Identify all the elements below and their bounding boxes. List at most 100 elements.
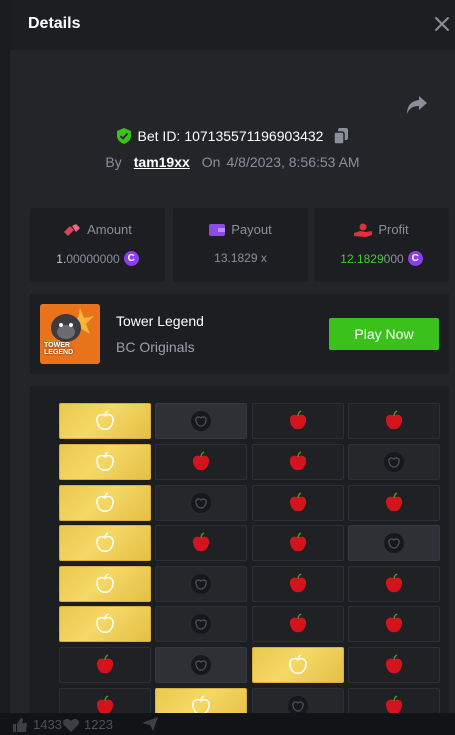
apple-icon: [289, 613, 307, 633]
tile-apple: [252, 606, 344, 642]
tile-picked: [59, 566, 151, 602]
profit-label-row: Profit: [314, 222, 449, 237]
tile-apple: [59, 688, 151, 713]
game-card: TOWER LEGEND Tower Legend BC Originals P…: [30, 294, 449, 374]
tile-picked: [252, 647, 344, 683]
apple-icon: [96, 492, 114, 512]
apple-icon: [385, 613, 403, 633]
amount-value: 1.00000000: [56, 251, 120, 266]
apple-icon: [192, 451, 210, 471]
bomb-apple-icon: [191, 493, 211, 513]
tile-apple: [348, 688, 440, 713]
apple-icon: [96, 613, 114, 633]
tile-apple: [59, 647, 151, 683]
apple-icon: [289, 451, 307, 471]
tile-bomb: [252, 688, 344, 713]
profit-value: 12.1829000: [340, 251, 404, 266]
tile-apple: [252, 525, 344, 561]
apple-icon: [96, 573, 114, 593]
tile-apple: [348, 403, 440, 439]
details-modal: Details Bet ID: 107135571196903432 By ta…: [10, 0, 455, 713]
backdrop-likes: 1433: [12, 717, 62, 732]
play-now-button[interactable]: Play Now: [329, 318, 439, 350]
likes-count: 1433: [33, 717, 62, 732]
tile-apple: [348, 485, 440, 521]
bet-author-row: By tam19xx On 4/8/2023, 8:56:53 AM: [10, 152, 455, 172]
tile-apple: [252, 444, 344, 480]
apple-icon: [289, 573, 307, 593]
tile-bomb: [155, 606, 247, 642]
bomb-apple-icon: [191, 411, 211, 431]
tile-bomb: [348, 525, 440, 561]
apple-icon: [385, 492, 403, 512]
thumbnail-text: TOWER LEGEND: [44, 342, 74, 356]
game-name: Tower Legend: [116, 313, 204, 329]
apple-icon: [385, 695, 403, 713]
tile-apple: [155, 525, 247, 561]
bet-id-label: Bet ID:: [137, 128, 181, 144]
tile-apple: [348, 566, 440, 602]
apple-icon: [289, 410, 307, 430]
close-button[interactable]: [431, 13, 453, 35]
tile-apple: [252, 566, 344, 602]
payout-value-row: 13.1829 x: [173, 251, 308, 265]
send-icon: [142, 717, 158, 731]
payout-label: Payout: [231, 222, 272, 237]
apple-icon: [192, 695, 210, 713]
bet-datetime: 4/8/2023, 8:56:53 AM: [226, 154, 360, 170]
share-button[interactable]: [406, 95, 428, 115]
tile-bomb: [155, 485, 247, 521]
backdrop-hearts: 1223: [63, 717, 113, 732]
coins-icon: [64, 223, 81, 236]
apple-icon: [192, 532, 210, 552]
modal-header: Details: [10, 0, 455, 50]
apple-icon: [289, 532, 307, 552]
bomb-apple-icon: [191, 655, 211, 675]
apple-icon: [385, 410, 403, 430]
amount-label-row: Amount: [30, 222, 165, 237]
tile-bomb: [155, 647, 247, 683]
copy-icon[interactable]: [334, 128, 349, 144]
bomb-apple-icon: [384, 452, 404, 472]
tile-bomb: [155, 566, 247, 602]
profit-label: Profit: [378, 222, 409, 237]
game-provider: BC Originals: [116, 339, 195, 355]
heart-icon: [63, 718, 79, 732]
apple-icon: [289, 492, 307, 512]
apple-icon: [96, 695, 114, 713]
apple-icon: [289, 654, 307, 674]
backdrop-share: [142, 717, 158, 731]
tile-apple: [348, 606, 440, 642]
coin-icon: C: [123, 251, 139, 266]
modal-title: Details: [28, 15, 81, 32]
tile-apple: [155, 444, 247, 480]
bomb-apple-icon: [288, 696, 308, 713]
wallet-icon: [209, 223, 226, 236]
on-label: On: [201, 154, 221, 170]
apple-icon: [385, 654, 403, 674]
close-icon: [435, 17, 449, 31]
amount-value-row: 1.00000000 C: [30, 251, 165, 266]
bet-id-row: Bet ID: 107135571196903432: [10, 126, 455, 146]
profit-card: Profit 12.1829000 C: [314, 208, 449, 282]
profit-value-row: 12.1829000 C: [314, 251, 449, 266]
backdrop-side-panel: [0, 0, 10, 735]
payout-value: 13.1829 x: [214, 251, 267, 265]
apple-icon: [96, 451, 114, 471]
tile-apple: [252, 403, 344, 439]
backdrop-stats-bar: 1433 1223: [0, 713, 455, 735]
payout-label-row: Payout: [173, 222, 308, 237]
bet-id-value: 107135571196903432: [184, 128, 324, 144]
hearts-count: 1223: [84, 717, 113, 732]
tower-board: [30, 386, 449, 713]
game-thumbnail[interactable]: TOWER LEGEND: [40, 304, 100, 364]
username-link[interactable]: tam19xx: [134, 154, 190, 170]
coin-icon: C: [407, 251, 423, 266]
bomb-apple-icon: [384, 533, 404, 553]
amount-label: Amount: [87, 222, 132, 237]
by-label: By: [105, 154, 122, 170]
payout-card: Payout 13.1829 x: [173, 208, 308, 282]
apple-icon: [96, 654, 114, 674]
shield-check-icon: [116, 128, 131, 144]
apple-icon: [96, 410, 114, 430]
